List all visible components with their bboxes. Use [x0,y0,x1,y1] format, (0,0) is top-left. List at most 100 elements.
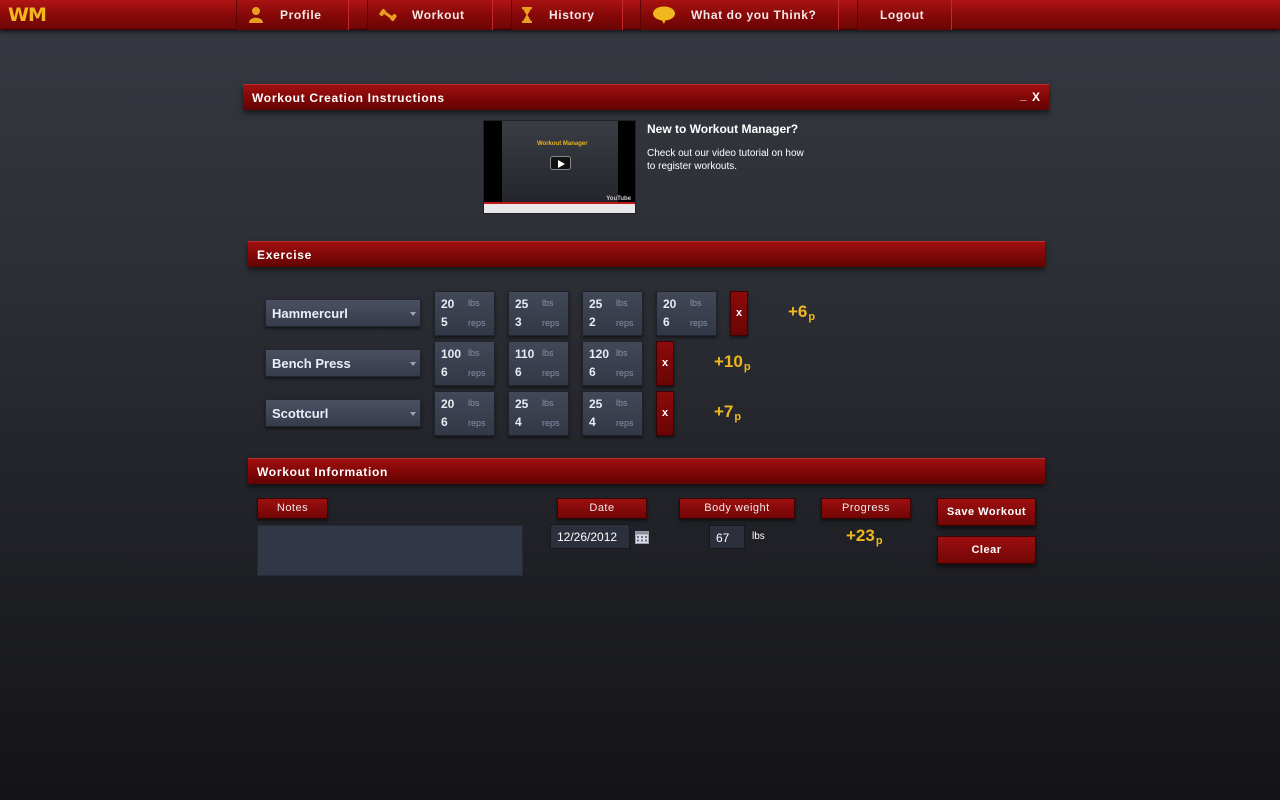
notes-textarea[interactable] [257,525,523,576]
set-reps[interactable]: 6 [515,365,522,379]
intro-text: Check out our video tutorial on how to r… [647,148,804,172]
nav-history-label: History [549,8,595,22]
progress-value: +23 [846,526,875,545]
weight-unit: lbs [468,298,480,308]
set-weight[interactable]: 20 [441,297,454,311]
progress-unit: p [875,535,883,547]
exercise-select[interactable]: Bench Press [265,349,421,377]
set-input[interactable]: 25 lbs 3 reps [508,291,569,336]
set-weight[interactable]: 20 [663,297,676,311]
remove-set-button[interactable]: x [656,391,674,436]
reps-unit: reps [690,318,708,328]
set-reps[interactable]: 4 [515,415,522,429]
set-reps[interactable]: 6 [441,415,448,429]
hourglass-icon [522,7,532,23]
app-logo[interactable]: WM [8,4,47,26]
set-input[interactable]: 20 lbs 6 reps [656,291,717,336]
nav-profile[interactable]: Profile [236,0,349,30]
person-icon [249,7,263,23]
exercise-select-value: Hammercurl [272,306,348,321]
nav-feedback[interactable]: What do you Think? [640,0,839,30]
set-reps[interactable]: 6 [589,365,596,379]
set-weight[interactable]: 100 [441,347,461,361]
set-weight[interactable]: 25 [589,397,602,411]
set-weight[interactable]: 25 [515,297,528,311]
nav-history[interactable]: History [511,0,623,30]
exercise-select-value: Bench Press [272,356,351,371]
set-reps[interactable]: 4 [589,415,596,429]
set-weight[interactable]: 25 [515,397,528,411]
play-icon[interactable] [550,156,571,170]
set-input[interactable]: 120 lbs 6 reps [582,341,643,386]
set-input[interactable]: 20 lbs 5 reps [434,291,495,336]
exercise-select[interactable]: Hammercurl [265,299,421,327]
points-unit: p [743,361,751,373]
bodyweight-label: Body weight [679,498,795,519]
set-reps[interactable]: 3 [515,315,522,329]
set-weight[interactable]: 110 [515,347,534,361]
nav-profile-label: Profile [280,8,322,22]
save-workout-button[interactable]: Save Workout [937,498,1036,526]
set-reps[interactable]: 6 [663,315,670,329]
set-input[interactable]: 110 lbs 6 reps [508,341,569,386]
points-value: +10 [714,352,743,371]
weight-unit: lbs [690,298,702,308]
set-reps[interactable]: 5 [441,315,448,329]
weight-unit: lbs [542,298,554,308]
calendar-icon[interactable] [635,530,649,544]
exercise-points: +6p [788,302,815,323]
minimize-button[interactable]: _ [1020,88,1027,102]
workout-info-title: Workout Information [257,465,389,479]
progress-points: +23p [846,526,883,547]
video-tutorial-player[interactable]: Workout Manager YouTube [483,120,636,214]
bodyweight-unit: lbs [752,531,765,542]
reps-unit: reps [616,318,634,328]
workout-info-header: Workout Information [248,458,1045,484]
instructions-header: Workout Creation Instructions _ X [243,84,1049,110]
exercise-header: Exercise [248,241,1045,267]
reps-unit: reps [468,368,486,378]
nav-logout[interactable]: Logout [857,0,952,30]
points-unit: p [734,411,742,423]
set-input[interactable]: 25 lbs 4 reps [582,391,643,436]
reps-unit: reps [468,418,486,428]
set-reps[interactable]: 2 [589,315,596,329]
set-input[interactable]: 25 lbs 4 reps [508,391,569,436]
set-input[interactable]: 100 lbs 6 reps [434,341,495,386]
exercise-points: +7p [714,402,741,423]
set-weight[interactable]: 25 [589,297,602,311]
bodyweight-field[interactable]: 67 [709,525,745,549]
weight-unit: lbs [468,348,480,358]
set-reps[interactable]: 6 [441,365,448,379]
exercise-select[interactable]: Scottcurl [265,399,421,427]
weight-unit: lbs [616,398,628,408]
points-value: +6 [788,302,808,321]
close-button[interactable]: X [1032,90,1041,104]
weight-unit: lbs [542,398,554,408]
reps-unit: reps [542,418,560,428]
top-nav-bar: WM Profile Workout History What do you T… [0,0,1280,30]
progress-label: Progress [821,498,911,519]
set-weight[interactable]: 120 [589,347,609,361]
clear-button[interactable]: Clear [937,536,1036,564]
instructions-title: Workout Creation Instructions [252,91,445,105]
set-input[interactable]: 20 lbs 6 reps [434,391,495,436]
remove-set-button[interactable]: x [730,291,748,336]
chevron-down-icon [410,362,416,366]
intro-heading: New to Workout Manager? [647,122,799,136]
reps-unit: reps [542,368,560,378]
video-control-bar[interactable] [484,202,635,213]
exercise-title: Exercise [257,248,312,262]
set-input[interactable]: 25 lbs 2 reps [582,291,643,336]
date-field[interactable]: 12/26/2012 [550,524,630,549]
date-label: Date [557,498,647,519]
set-weight[interactable]: 20 [441,397,454,411]
reps-unit: reps [542,318,560,328]
points-unit: p [808,311,816,323]
reps-unit: reps [468,318,486,328]
points-value: +7 [714,402,734,421]
nav-workout[interactable]: Workout [367,0,493,30]
weight-unit: lbs [542,348,554,358]
weight-unit: lbs [616,348,628,358]
remove-set-button[interactable]: x [656,341,674,386]
